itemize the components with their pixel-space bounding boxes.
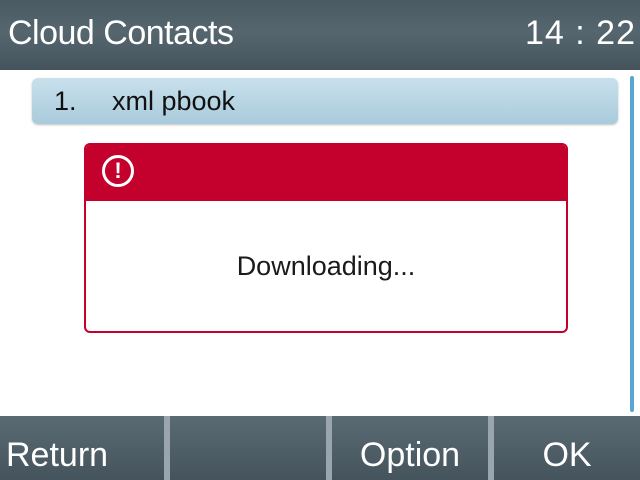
alert-circle-icon: ! [102,155,134,187]
return-button[interactable]: Return [0,416,164,480]
list-item-label: xml pbook [112,86,236,116]
title-bar: Cloud Contacts 14 : 22 [0,0,640,70]
page-title: Cloud Contacts [8,14,234,52]
clock: 14 : 22 [525,14,636,52]
ok-button[interactable]: OK [488,416,640,480]
softkey-bar: Return Option OK [0,416,640,480]
dialog-header: ! [86,145,566,201]
softkey-2-button[interactable] [164,416,326,480]
phone-screen: Cloud Contacts 14 : 22 1. xml pbook ! Do… [0,0,640,480]
scrollbar[interactable] [630,76,634,412]
download-dialog: ! Downloading... [84,143,568,333]
list-item[interactable]: 1. xml pbook [32,78,618,124]
dialog-message: Downloading... [236,251,416,281]
list-item-number: 1. [54,86,77,116]
contacts-list: 1. xml pbook ! Downloading... [0,70,640,416]
option-button[interactable]: Option [326,416,488,480]
